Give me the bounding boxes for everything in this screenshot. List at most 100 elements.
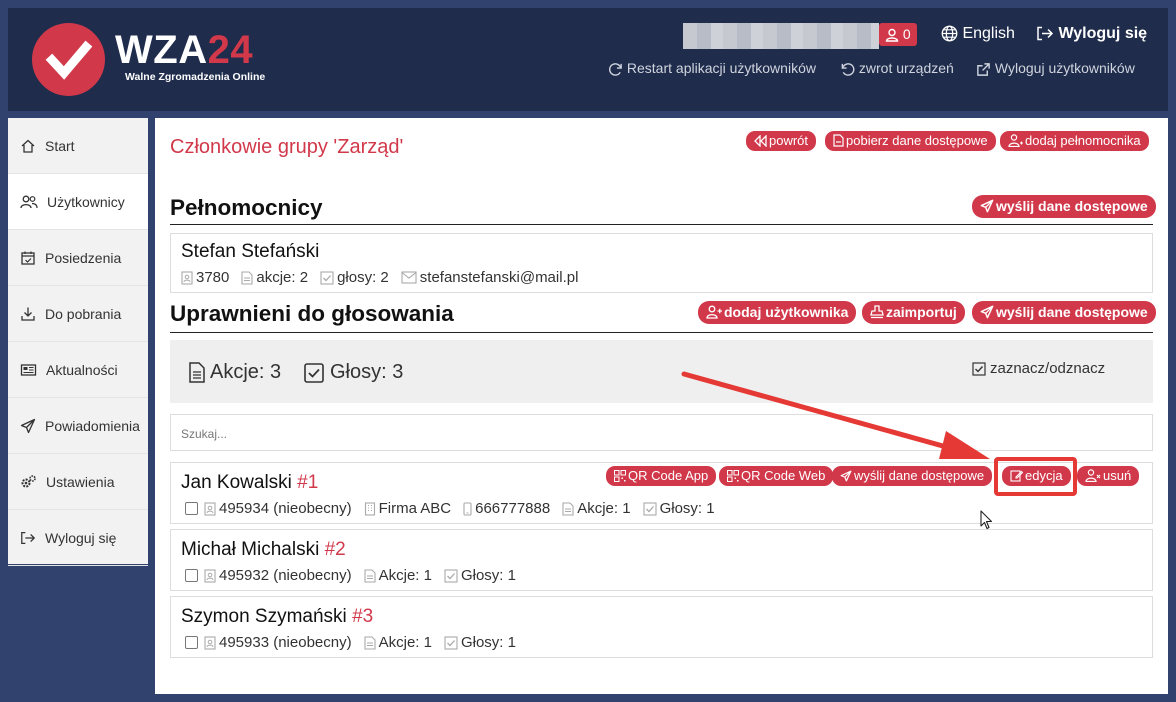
annotation-highlight-box — [994, 457, 1077, 496]
sidebar-item-settings[interactable]: Ustawienia — [8, 454, 148, 510]
search-input[interactable]: Szukaj... — [170, 414, 1153, 451]
sidebar-nav: Start Użytkownicy Posiedzenia Do pobrani… — [8, 118, 148, 566]
return-devices-link[interactable]: zwrot urządzeń — [840, 60, 954, 77]
sidebar-item-start[interactable]: Start — [8, 118, 148, 174]
summary-panel: Akcje: 3 Głosy: 3 zaznacz/odznacz — [170, 340, 1153, 403]
undo-icon — [841, 62, 855, 76]
check-square-icon — [444, 568, 458, 583]
member-row: Michał Michalski #2 495932 (nieobecny) A… — [170, 529, 1153, 591]
top-header: WZA24 Walne Zgromadzenia Online 0 Englis… — [8, 8, 1168, 111]
paper-plane-icon — [980, 199, 994, 213]
logout-users-link[interactable]: Wyloguj użytkowników — [976, 60, 1135, 77]
logo-subtitle: Walne Zgromadzenia Online — [125, 71, 266, 83]
sign-out-icon — [1037, 27, 1054, 41]
user-icon — [885, 29, 899, 42]
check-square-icon — [643, 501, 657, 516]
add-user-button[interactable]: dodaj użytkownika — [698, 301, 857, 324]
file-pdf-icon — [833, 134, 844, 147]
building-icon — [364, 501, 375, 516]
download-access-data-button[interactable]: pobierz dane dostępowe — [825, 131, 996, 151]
users-icon — [20, 195, 38, 208]
sidebar-item-logout[interactable]: Wyloguj się — [8, 510, 148, 566]
add-proxy-button[interactable]: dodaj pełnomocnika — [1000, 131, 1149, 151]
sidebar-item-news[interactable]: Aktualności — [8, 342, 148, 398]
qr-code-app-button[interactable]: QR Code App — [606, 466, 717, 486]
globe-icon — [941, 25, 958, 42]
member-meta: 495932 (nieobecny) Akcje: 1 Głosy: 1 — [185, 567, 528, 584]
proxy-name: Stefan Stefański — [181, 241, 320, 262]
blurred-username — [683, 23, 879, 49]
back-button[interactable]: powrót — [746, 131, 817, 151]
sidebar-item-downloads[interactable]: Do pobrania — [8, 286, 148, 342]
member-name: Szymon Szymański #3 — [181, 606, 374, 627]
external-link-icon — [977, 62, 990, 76]
download-icon — [21, 307, 35, 321]
refresh-icon — [609, 62, 622, 76]
qrcode-icon — [614, 470, 626, 482]
backward-icon — [754, 135, 767, 147]
proxies-heading: Pełnomocnicy — [170, 195, 323, 220]
qr-code-web-button[interactable]: QR Code Web — [719, 466, 834, 486]
id-badge-icon — [204, 568, 216, 583]
voters-heading: Uprawnieni do głosowania — [170, 301, 454, 326]
paper-plane-icon — [980, 305, 994, 319]
logo-check-icon[interactable] — [32, 23, 105, 96]
proxies-send-access-button[interactable]: wyślij dane dostępowe — [972, 195, 1156, 218]
user-plus-icon — [706, 305, 722, 319]
sidebar-item-meetings[interactable]: Posiedzenia — [8, 230, 148, 286]
mouse-cursor-icon — [980, 510, 993, 530]
news-icon — [20, 363, 37, 376]
user-times-icon — [1085, 469, 1101, 482]
voters-send-access-button[interactable]: wyślij dane dostępowe — [972, 301, 1156, 324]
envelope-icon — [401, 271, 417, 284]
calendar-icon — [21, 251, 35, 265]
summary-votes: Głosy: 3 — [304, 361, 403, 384]
id-badge-icon — [181, 270, 193, 285]
divider — [170, 224, 1153, 225]
summary-shares: Akcje: 3 — [189, 361, 281, 384]
member-checkbox[interactable] — [185, 502, 198, 515]
file-icon — [364, 635, 376, 650]
member-name: Michał Michalski #2 — [181, 539, 346, 560]
gears-icon — [21, 474, 36, 487]
proxy-card: Stefan Stefański 3780 akcje: 2 głosy: 2 … — [170, 233, 1153, 293]
restart-apps-link[interactable]: Restart aplikacji użytkowników — [608, 60, 816, 77]
sign-out-icon — [21, 531, 36, 544]
paper-plane-icon — [20, 418, 36, 433]
check-square-icon — [320, 270, 334, 285]
logout-link[interactable]: Wyloguj się — [1036, 25, 1147, 43]
member-meta: 495933 (nieobecny) Akcje: 1 Głosy: 1 — [185, 634, 528, 651]
sidebar-item-users[interactable]: Użytkownicy — [8, 174, 148, 230]
language-switch[interactable]: English — [941, 25, 1015, 43]
file-icon — [562, 501, 574, 516]
file-icon — [241, 270, 253, 285]
member-row: Szymon Szymański #3 495933 (nieobecny) A… — [170, 596, 1153, 658]
check-square-icon — [444, 635, 458, 650]
delete-button[interactable]: usuń — [1077, 466, 1140, 486]
member-checkbox[interactable] — [185, 636, 198, 649]
paper-plane-icon — [840, 470, 852, 482]
qrcode-icon — [727, 470, 739, 482]
page-title: Członkowie grupy 'Zarząd' — [170, 136, 404, 158]
user-tie-icon — [1008, 134, 1023, 147]
check-square-icon — [972, 361, 986, 376]
file-icon — [189, 362, 205, 383]
member-meta: 495934 (nieobecny) Firma ABC 666777888 A… — [185, 500, 727, 517]
sidebar-item-notifications[interactable]: Powiadomienia — [8, 398, 148, 454]
id-badge-icon — [204, 635, 216, 650]
id-badge-icon — [204, 501, 216, 516]
import-button[interactable]: zaimportuj — [862, 301, 965, 324]
logo-text[interactable]: WZA24 — [115, 30, 253, 70]
online-users-badge[interactable]: 0 — [879, 23, 917, 46]
member-checkbox[interactable] — [185, 569, 198, 582]
mobile-icon — [463, 501, 472, 516]
divider — [170, 332, 1153, 333]
member-send-access-button[interactable]: wyślij dane dostępowe — [832, 466, 993, 486]
main-content: Członkowie grupy 'Zarząd' powrót pobierz… — [155, 118, 1168, 694]
file-icon — [364, 568, 376, 583]
toggle-all-checkbox[interactable]: zaznacz/odznacz — [972, 360, 1105, 377]
member-name: Jan Kowalski #1 — [181, 472, 319, 493]
check-square-icon — [304, 362, 324, 383]
home-icon — [21, 139, 35, 153]
stamp-icon — [870, 305, 884, 319]
